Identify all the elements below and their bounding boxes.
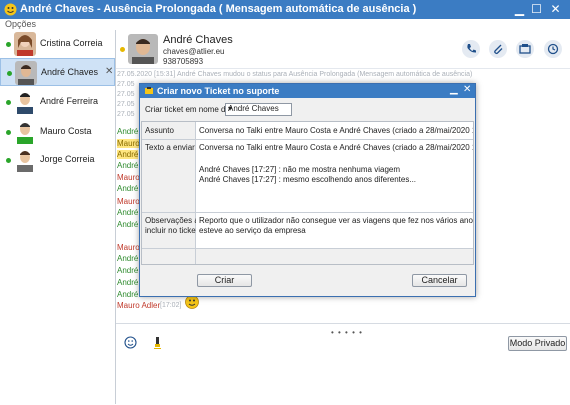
body-textarea[interactable]: Conversa no Talki entre Mauro Costa e An… [196, 140, 473, 212]
chat-sender: André [117, 266, 139, 275]
subject-label: Assunto [145, 126, 174, 135]
maximize-button[interactable]: ☐ [529, 2, 544, 17]
online-status-dot [6, 42, 11, 47]
resize-grip[interactable]: • • • • • [331, 328, 363, 337]
avatar [14, 32, 36, 56]
subject-field[interactable]: Conversa no Talki entre Mauro Costa e An… [196, 122, 473, 139]
body-line: Conversa no Talki entre Mauro Costa e An… [199, 143, 473, 152]
create-button[interactable]: Criar [197, 274, 252, 287]
contact-name: André Ferreira [40, 96, 99, 106]
contact-name-heading: André Chaves [163, 34, 233, 46]
ticket-button[interactable] [516, 40, 534, 58]
chat-line: 27.05 [117, 101, 135, 108]
online-status-dot [6, 100, 11, 105]
contacts-sidebar: Cristina Correia André Chaves ✕ André Fe… [0, 30, 116, 404]
chat-line: 27.05 [117, 81, 135, 88]
body-label: Texto a enviar [145, 143, 195, 152]
attach-button[interactable] [489, 40, 507, 58]
notes-textarea[interactable]: Reporto que o utilizador não consegue ve… [196, 213, 473, 248]
online-status-dot [6, 158, 11, 163]
window-title: André Chaves - Ausência Prolongada ( Men… [20, 3, 417, 15]
menu-bar: Opções [0, 19, 570, 30]
contact-name: Cristina Correia [40, 38, 103, 48]
avatar [14, 120, 36, 144]
subject-value: Conversa no Talki entre Mauro Costa e An… [199, 126, 473, 135]
ticket-icon [145, 87, 153, 94]
create-ticket-dialog: Criar novo Ticket no suporte ▁ ✕ Criar t… [139, 83, 476, 297]
notes-label: incluir no ticket [145, 226, 198, 235]
contact-name: Jorge Correia [40, 154, 95, 164]
chat-sender: André [117, 184, 139, 193]
chat-sender: André [117, 278, 139, 287]
chat-sender: Mauro [117, 139, 140, 148]
chat-sender: André [117, 220, 139, 229]
contact-item[interactable]: Cristina Correia [0, 30, 115, 58]
chat-sender: André [117, 208, 139, 217]
chat-sender: André [117, 290, 139, 299]
online-status-dot [7, 71, 12, 76]
emoji-icon[interactable] [124, 336, 137, 349]
ticket-form: Assunto Conversa no Talki entre Mauro Co… [141, 121, 474, 265]
contact-name: Mauro Costa [40, 126, 92, 136]
message-composer: • • • • • Modo Privado [116, 323, 570, 405]
highlighter-icon[interactable] [152, 336, 163, 349]
chat-sender: Mauro [117, 243, 140, 252]
history-icon [547, 43, 559, 55]
contact-item-selected[interactable]: André Chaves ✕ [0, 58, 115, 86]
cancel-button[interactable]: Cancelar [412, 274, 467, 287]
contact-item[interactable]: Mauro Costa [0, 118, 115, 146]
attach-icon [494, 44, 503, 55]
minimize-button[interactable]: ▁ [512, 2, 527, 17]
close-button[interactable]: ✕ [548, 2, 563, 17]
chat-sender: André [117, 254, 139, 263]
notes-label: Observações a [145, 216, 199, 225]
ticket-icon [519, 44, 531, 54]
chat-sender: Mauro Adler [117, 301, 161, 310]
dialog-title-bar: Criar novo Ticket no suporte ▁ ✕ [140, 84, 475, 98]
chat-sender: Mauro [117, 173, 140, 182]
away-status-dot [120, 47, 125, 52]
chat-sender: André [117, 161, 139, 170]
chat-sender: André [117, 150, 139, 159]
chevron-down-icon: ▾ [228, 104, 233, 113]
phone-icon [467, 44, 476, 53]
avatar [14, 148, 36, 172]
notes-line: esteve ao serviço da empresa [199, 226, 306, 235]
chat-sender: Mauro [117, 197, 140, 206]
close-conversation-icon[interactable]: ✕ [105, 66, 113, 77]
create-for-label: Criar ticket em nome de [145, 105, 230, 114]
chat-sender: André [117, 127, 139, 136]
contact-email: chaves@atlier.eu [163, 47, 225, 56]
avatar [14, 90, 36, 114]
contact-item[interactable]: Jorge Correia [0, 146, 115, 174]
dialog-title: Criar novo Ticket no suporte [157, 86, 280, 96]
chat-timestamp: [17:02] [160, 302, 182, 309]
avatar [15, 61, 37, 85]
contact-name: André Chaves [41, 67, 99, 77]
dialog-close-button[interactable]: ✕ [463, 84, 471, 95]
chat-line: 27.05 [117, 91, 135, 98]
dialog-minimize-button[interactable]: ▁ [450, 84, 458, 95]
form-divider [142, 248, 473, 249]
system-message: 27.05.2020 [15:31] André Chaves mudou o … [117, 71, 473, 78]
title-bar: André Chaves - Ausência Prolongada ( Men… [0, 0, 570, 19]
app-logo-icon [4, 3, 17, 16]
conversation-header: André Chaves chaves@atlier.eu 938705893 [116, 30, 570, 68]
contact-item[interactable]: André Ferreira [0, 88, 115, 116]
menu-options[interactable]: Opções [5, 19, 36, 29]
history-button[interactable] [544, 40, 562, 58]
online-status-dot [6, 130, 11, 135]
body-line: André Chaves [17:27] : não me mostra nen… [199, 165, 400, 174]
private-mode-button[interactable]: Modo Privado [508, 336, 567, 351]
contact-phone: 938705893 [163, 57, 204, 66]
notes-line: Reporto que o utilizador não consegue ve… [199, 216, 473, 225]
contact-avatar [128, 34, 158, 64]
call-button[interactable] [462, 40, 480, 58]
chat-line: 27.05 [117, 111, 135, 118]
create-for-select[interactable]: André Chaves ▾ [225, 103, 292, 116]
body-line: André Chaves [17:27] : mesmo escolhendo … [199, 175, 417, 184]
